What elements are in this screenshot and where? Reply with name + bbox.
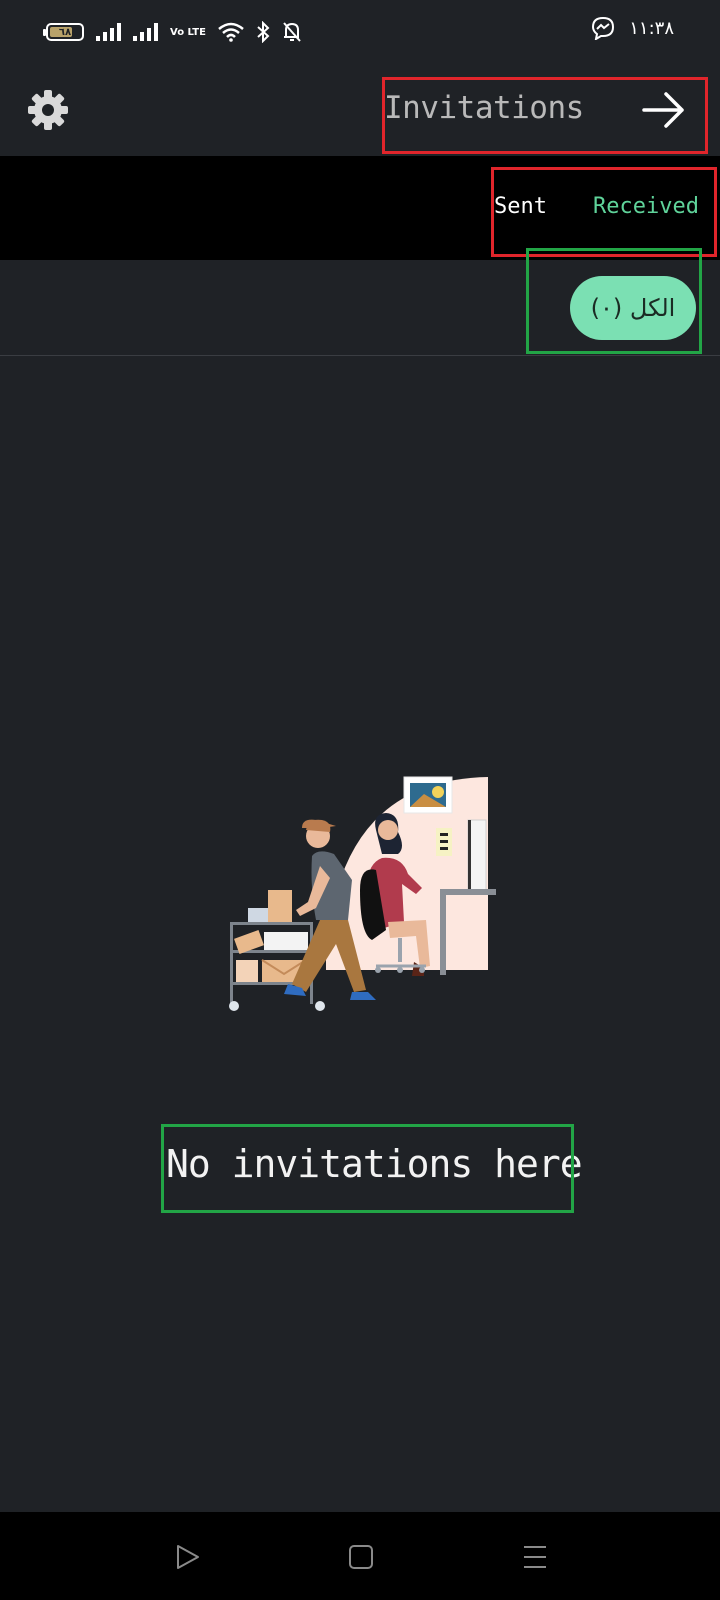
empty-state-illustration <box>229 776 496 1011</box>
bluetooth-icon <box>257 21 270 43</box>
tab-sent[interactable]: Sent <box>494 194 547 219</box>
forward-button[interactable] <box>640 88 688 132</box>
arrow-right-icon <box>642 92 684 128</box>
menu-lines-icon[interactable] <box>520 1542 550 1572</box>
signal-icon <box>96 23 121 41</box>
app-header: Invitations <box>0 64 720 156</box>
tab-received[interactable]: Received <box>593 194 699 219</box>
system-nav-bar <box>0 1512 720 1600</box>
status-bar: ٦٨ Vo LTE ١١:٣٨ <box>0 0 720 64</box>
filter-chip-all[interactable]: الكل (٠) <box>570 276 696 340</box>
settings-button[interactable] <box>26 88 70 132</box>
empty-state-message: No invitations here <box>166 1142 583 1186</box>
home-square-icon[interactable] <box>346 1542 376 1572</box>
gear-icon <box>28 90 68 130</box>
messenger-icon <box>592 16 615 40</box>
volte-label: Vo LTE <box>170 26 206 38</box>
tab-bar: Sent Received <box>0 156 720 260</box>
battery-icon: ٦٨ <box>43 23 84 41</box>
back-triangle-icon[interactable] <box>172 1542 202 1572</box>
status-icons-left: ٦٨ Vo LTE <box>43 18 302 46</box>
filter-row: الكل (٠) <box>0 260 720 356</box>
signal-icon-2 <box>133 23 158 41</box>
status-icons-right: ١١:٣٨ <box>591 16 674 40</box>
clock: ١١:٣٨ <box>629 17 674 39</box>
battery-level: ٦٨ <box>58 26 72 38</box>
bell-off-icon <box>283 22 301 42</box>
wifi-icon <box>218 22 244 42</box>
page-title: Invitations <box>384 90 584 126</box>
